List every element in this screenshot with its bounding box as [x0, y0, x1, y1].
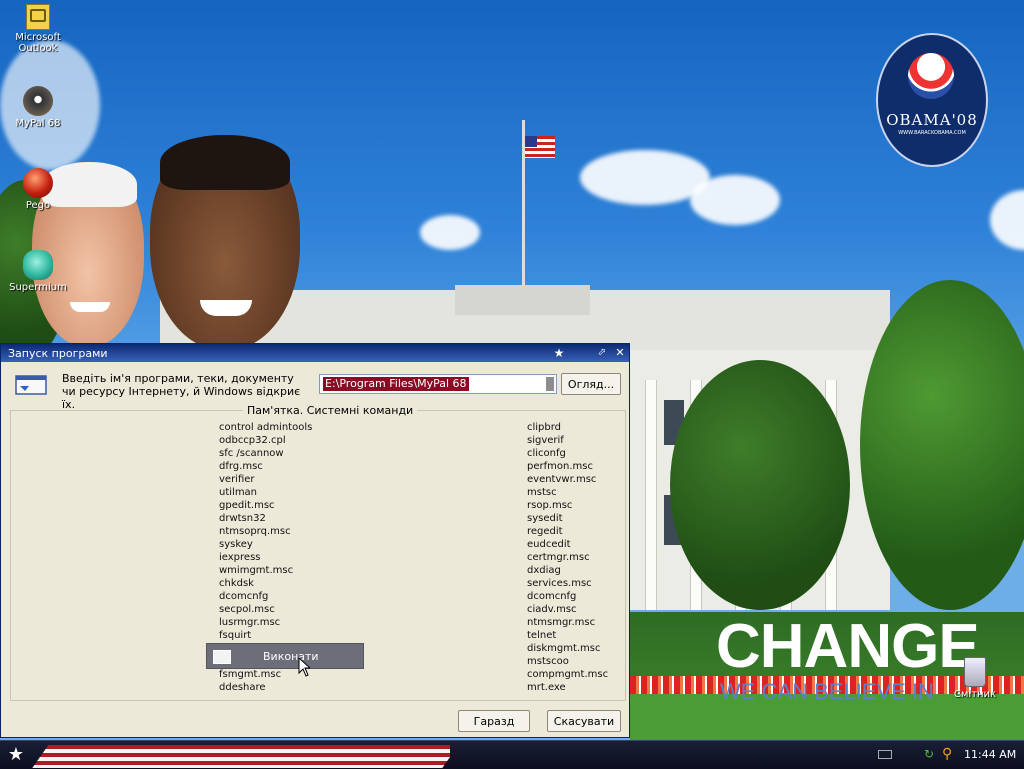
desktop-icon-mypal[interactable]: MyPal 68 — [0, 86, 76, 129]
command-item: clipbrd — [527, 422, 562, 433]
obama-portrait — [150, 135, 300, 350]
recycle-bin-icon — [964, 657, 986, 687]
command-item: services.msc — [527, 578, 592, 589]
command-item: regedit — [527, 526, 563, 537]
commands-column-2: clipbrd sigverif cliconfg perfmon.msc eventv… — [527, 421, 608, 694]
command-item: verifier — [219, 474, 255, 485]
desktop-icon-outlook[interactable]: Microsoft Outlook — [0, 4, 76, 54]
command-item: certmgr.msc — [527, 552, 590, 563]
command-item: ddeshare — [219, 682, 266, 693]
command-item: sfc /scannow — [219, 448, 284, 459]
search-icon[interactable]: ⚲ — [942, 746, 958, 762]
pin-icon[interactable]: ⬀ — [594, 345, 610, 361]
taskbar-flag-decoration — [30, 741, 450, 768]
command-item: diskmgmt.msc — [527, 643, 601, 654]
command-item: compmgmt.msc — [527, 669, 609, 680]
mypal-icon — [23, 86, 53, 116]
command-item: dxdiag — [527, 565, 561, 576]
run-dialog: Запуск програми ★ ⬀ ✕ Введіть ім'я прогр… — [0, 343, 630, 738]
command-item: ntmsoprq.msc — [219, 526, 291, 537]
system-tray: ↻ ⚲ 11:44 AM — [872, 741, 1024, 768]
command-item: cliconfg — [527, 448, 566, 459]
close-icon[interactable]: ✕ — [612, 345, 628, 361]
run-menu-label: Виконати — [263, 650, 319, 663]
command-item: sysedit — [527, 513, 563, 524]
command-item: dcomcnfg — [527, 591, 577, 602]
supermium-icon — [23, 250, 53, 280]
dropdown-handle[interactable] — [546, 377, 554, 391]
desktop-icon-label: Supermium — [9, 282, 67, 293]
browse-button[interactable]: Огляд... — [561, 373, 621, 395]
command-item: rsop.msc — [527, 500, 573, 511]
run-dialog-icon — [15, 374, 47, 396]
command-item: mrt.exe — [527, 682, 566, 693]
command-item: iexpress — [219, 552, 261, 563]
path-input-value: E:\Program Files\MyPal 68 — [323, 377, 469, 391]
dialog-title: Запуск програми — [8, 347, 108, 360]
command-item: odbccp32.cpl — [219, 435, 286, 446]
command-item: perfmon.msc — [527, 461, 593, 472]
command-item: control admintools — [219, 422, 313, 433]
network-icon[interactable]: ↻ — [924, 747, 938, 761]
desktop-icon-supermium[interactable]: Supermium — [0, 250, 76, 293]
command-item: wmimgmt.msc — [219, 565, 294, 576]
run-icon — [213, 650, 231, 664]
outlook-icon — [26, 4, 50, 30]
command-item: mstscoo — [527, 656, 569, 667]
command-item: utilman — [219, 487, 258, 498]
command-item: eventvwr.msc — [527, 474, 597, 485]
mouse-cursor — [298, 657, 310, 677]
keyboard-icon[interactable] — [878, 750, 892, 759]
command-item: ciadv.msc — [527, 604, 577, 615]
command-item: drwtsn32 — [219, 513, 266, 524]
desktop-icon-label: Смітник — [953, 689, 997, 700]
star-icon[interactable]: ★ — [551, 345, 567, 361]
command-item: mstsc — [527, 487, 557, 498]
us-flag-image — [525, 136, 555, 158]
command-item: fsquirt — [219, 630, 252, 641]
command-item: syskey — [219, 539, 253, 550]
command-item: dfrg.msc — [219, 461, 263, 472]
open-path-input[interactable]: E:\Program Files\MyPal 68 — [319, 374, 557, 394]
desktop-icon-pego[interactable]: Pego — [0, 168, 76, 211]
command-item: gpedit.msc — [219, 500, 275, 511]
command-item: sigverif — [527, 435, 564, 446]
ok-button[interactable]: Гаразд — [458, 710, 530, 732]
badge-text: OBAMA'08 — [886, 111, 978, 129]
command-item: dcomcnfg — [219, 591, 269, 602]
desktop-icon-label: Pego — [25, 200, 51, 211]
command-item: chkdsk — [219, 578, 254, 589]
pego-icon — [23, 168, 53, 198]
taskbar: ★ ↻ ⚲ 11:44 AM — [0, 740, 1024, 769]
desktop-icon-label: Microsoft Outlook — [15, 32, 61, 54]
clock[interactable]: 11:44 AM — [964, 748, 1016, 761]
obama-logo-icon — [908, 53, 954, 99]
command-item: eudcedit — [527, 539, 571, 550]
memo-title: Пам'ятка. Системні команди — [243, 404, 418, 417]
command-item: telnet — [527, 630, 557, 641]
command-item: secpol.msc — [219, 604, 275, 615]
command-item: lusrmgr.msc — [219, 617, 281, 628]
desktop-icon-label: MyPal 68 — [15, 118, 61, 129]
command-item: ntmsmgr.msc — [527, 617, 596, 628]
obama08-badge: OBAMA'08 WWW.BARACKOBAMA.COM — [876, 33, 988, 167]
run-menu-item[interactable]: Виконати — [206, 643, 364, 669]
change-tagline: WE CAN BELIEVE IN — [720, 679, 934, 704]
cancel-button[interactable]: Скасувати — [547, 710, 621, 732]
start-button[interactable]: ★ — [4, 744, 28, 766]
dialog-titlebar[interactable]: Запуск програми ★ ⬀ ✕ — [1, 344, 629, 362]
desktop-icon-recycle-bin[interactable]: Смітник — [937, 657, 1013, 700]
badge-subtext: WWW.BARACKOBAMA.COM — [898, 130, 966, 136]
